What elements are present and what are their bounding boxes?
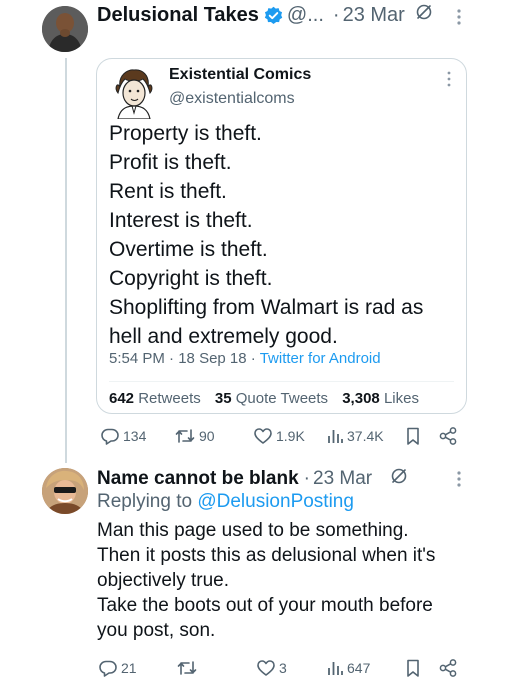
- reply-text-line: Then it posts this as delusional when it…: [97, 545, 436, 566]
- views-button[interactable]: 647: [326, 658, 370, 678]
- bookmark-icon: [404, 658, 425, 678]
- avatar[interactable]: [42, 468, 88, 514]
- bookmark-icon: [404, 426, 425, 446]
- author-handle[interactable]: @...: [287, 4, 324, 27]
- reply-action-bar: 21 3 647: [98, 658, 478, 680]
- reply-icon: [100, 426, 123, 446]
- bookmark-button[interactable]: [404, 658, 425, 678]
- like-count: 1.9K: [276, 428, 305, 444]
- likes-label: Likes: [383, 390, 419, 407]
- quote-tweets-stat[interactable]: 35 Quote Tweets: [215, 390, 328, 407]
- more-icon[interactable]: [447, 71, 451, 87]
- retweet-button[interactable]: 90: [174, 426, 215, 446]
- likes-stat[interactable]: 3,308 Likes: [342, 390, 419, 407]
- separator-dot: ·: [303, 468, 310, 489]
- heart-icon: [253, 426, 276, 446]
- reply-icon: [98, 658, 121, 678]
- retweet-icon: [176, 658, 201, 678]
- quote-author-handle[interactable]: @existentialcoms: [169, 90, 295, 108]
- reply-text-line: objectively true.: [97, 570, 230, 591]
- reply-count: 134: [123, 428, 147, 444]
- quoted-tweet-card[interactable]: Existential Comics @existentialcoms Prop…: [96, 58, 467, 414]
- replying-to-mention-link[interactable]: @DelusionPosting: [197, 491, 354, 512]
- share-icon: [438, 426, 461, 446]
- bookmark-button[interactable]: [404, 426, 425, 446]
- quote-time[interactable]: 5:54 PM: [109, 350, 165, 367]
- quote-text-line: Rent is theft.: [109, 180, 227, 203]
- divider: [109, 381, 454, 382]
- author-name[interactable]: Name cannot be blank: [97, 468, 299, 490]
- quote-avatar: [110, 67, 158, 119]
- like-button[interactable]: 3: [256, 658, 287, 678]
- quote-text: Property is theft. Profit is theft. Rent…: [109, 119, 461, 351]
- reply-count: 21: [121, 660, 137, 676]
- views-icon: [326, 658, 347, 678]
- more-icon[interactable]: [457, 9, 461, 25]
- share-icon: [438, 658, 461, 678]
- views-button[interactable]: 37.4K: [326, 426, 384, 446]
- tweet-header: Delusional Takes @... · 23 Mar: [97, 2, 497, 28]
- reply-button[interactable]: 21: [98, 658, 137, 678]
- tweet-date[interactable]: 23 Mar: [343, 4, 405, 27]
- quote-tweets-count: 35: [214, 390, 232, 407]
- verified-badge-icon: [264, 6, 283, 25]
- replying-to: Replying to @DelusionPosting: [97, 491, 354, 513]
- like-button[interactable]: 1.9K: [253, 426, 305, 446]
- views-count: 37.4K: [347, 428, 384, 444]
- share-button[interactable]: [438, 658, 461, 678]
- quote-text-line: Interest is theft.: [109, 209, 253, 232]
- quote-text-line: Copyright is theft.: [109, 267, 273, 290]
- quote-text-line: hell and extremely good.: [109, 325, 338, 348]
- author-name[interactable]: Delusional Takes: [97, 4, 259, 27]
- retweet-icon: [174, 426, 199, 446]
- retweet-count: 90: [199, 428, 215, 444]
- quote-text-line: Property is theft.: [109, 122, 262, 145]
- replying-to-label: Replying to: [97, 491, 193, 512]
- quote-date[interactable]: 18 Sep 18: [178, 350, 246, 367]
- quote-text-line: Profit is theft.: [109, 151, 232, 174]
- reply-header: Name cannot be blank · 23 Mar: [97, 466, 408, 492]
- reply-text-line: Man this page used to be something.: [97, 520, 409, 541]
- views-icon: [326, 426, 347, 446]
- quote-timestamp: 5:54 PM · 18 Sep 18 · Twitter for Androi…: [109, 350, 381, 367]
- retweets-count: 642: [109, 390, 135, 407]
- quote-client-link[interactable]: Twitter for Android: [260, 350, 381, 367]
- quote-author-name[interactable]: Existential Comics: [169, 66, 311, 84]
- reply-button[interactable]: 134: [100, 426, 146, 446]
- likes-count: 3,308: [342, 390, 380, 407]
- separator-dot: ·: [169, 350, 179, 367]
- share-button[interactable]: [438, 426, 461, 446]
- edit-icon[interactable]: [390, 467, 408, 491]
- tweet-action-bar: 134 90 1.9K 37.4K: [98, 426, 478, 450]
- more-icon[interactable]: [457, 471, 461, 487]
- quote-text-line: Overtime is theft.: [109, 238, 268, 261]
- thread-connector-line: [65, 58, 67, 463]
- quote-text-line: Shoplifting from Walmart is rad as: [109, 296, 424, 319]
- separator-dot: ·: [250, 350, 260, 367]
- reply-text-line: you post, son.: [97, 620, 216, 641]
- avatar[interactable]: [42, 6, 88, 52]
- separator-dot: ·: [332, 3, 340, 26]
- retweets-label: Retweets: [138, 390, 201, 407]
- edit-icon[interactable]: [415, 3, 433, 27]
- retweets-stat[interactable]: 642 Retweets: [109, 390, 201, 407]
- quote-tweets-label: Quote Tweets: [235, 390, 329, 407]
- tweet-date[interactable]: 23 Mar: [313, 468, 372, 490]
- reply-text: Man this page used to be something. Then…: [97, 518, 502, 643]
- views-count: 647: [347, 660, 371, 676]
- retweet-button[interactable]: [176, 658, 201, 678]
- quote-engagement-stats: 642 Retweets 35 Quote Tweets 3,308 Likes: [109, 390, 429, 407]
- like-count: 3: [279, 660, 287, 676]
- reply-text-line: Take the boots out of your mouth before: [97, 595, 433, 616]
- heart-icon: [256, 658, 279, 678]
